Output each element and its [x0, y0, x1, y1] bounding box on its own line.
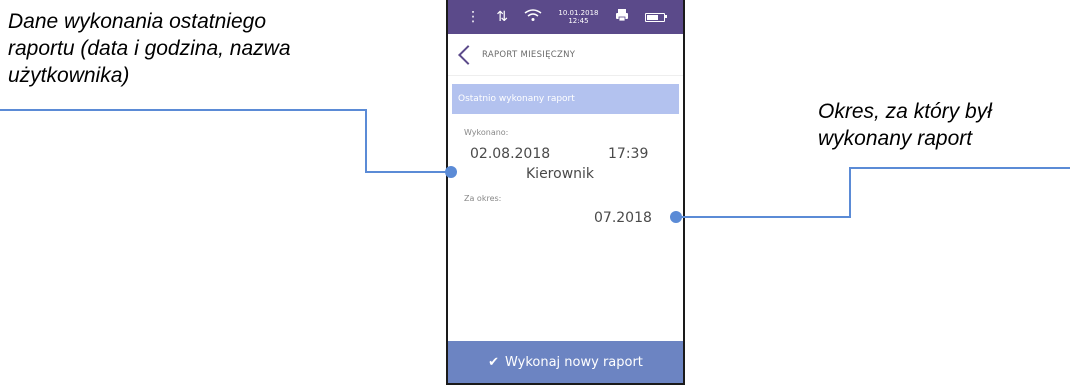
status-time: 12:45: [568, 17, 589, 25]
screen-title: RAPORT MIESIĘCZNY: [482, 49, 576, 60]
executed-time: 17:39: [608, 146, 649, 162]
data-transfer-icon: ⇅: [496, 9, 509, 25]
new-report-button-label: Wykonaj nowy raport: [505, 354, 643, 370]
executed-user: Kierownik: [526, 166, 595, 182]
annotation-last-report-details: Dane wykonania ostatniego raportu (data …: [8, 10, 291, 87]
printer-icon: [615, 8, 629, 26]
back-arrow-icon[interactable]: [456, 44, 472, 66]
section-header: Ostatnio wykonany raport: [452, 84, 679, 114]
title-bar: RAPORT MIESIĘCZNY: [448, 34, 683, 76]
device-screen: ⋮ ⇅ 10.01.2018 12:45 RAPORT MIESIĘCZNY O…: [446, 0, 685, 385]
battery-icon: [644, 12, 667, 22]
executed-date: 02.08.2018: [470, 146, 551, 162]
new-report-button[interactable]: ✔ Wykonaj nowy raport: [448, 341, 683, 383]
status-date: 10.01.2018: [558, 9, 599, 17]
executed-label: Wykonano:: [464, 128, 509, 137]
period-label: Za okres:: [464, 194, 502, 203]
menu-dots-icon[interactable]: ⋮: [466, 9, 480, 25]
checkmark-icon: ✔: [488, 354, 499, 370]
leader-line-left: [0, 109, 451, 173]
status-bar: ⋮ ⇅ 10.01.2018 12:45: [448, 0, 683, 34]
period-value: 07.2018: [594, 210, 652, 226]
wifi-icon: [524, 8, 542, 26]
leader-line-right: [676, 167, 1070, 218]
annotation-report-period: Okres, za który był wykonany raport: [818, 100, 992, 150]
status-datetime: 10.01.2018 12:45: [558, 9, 598, 25]
